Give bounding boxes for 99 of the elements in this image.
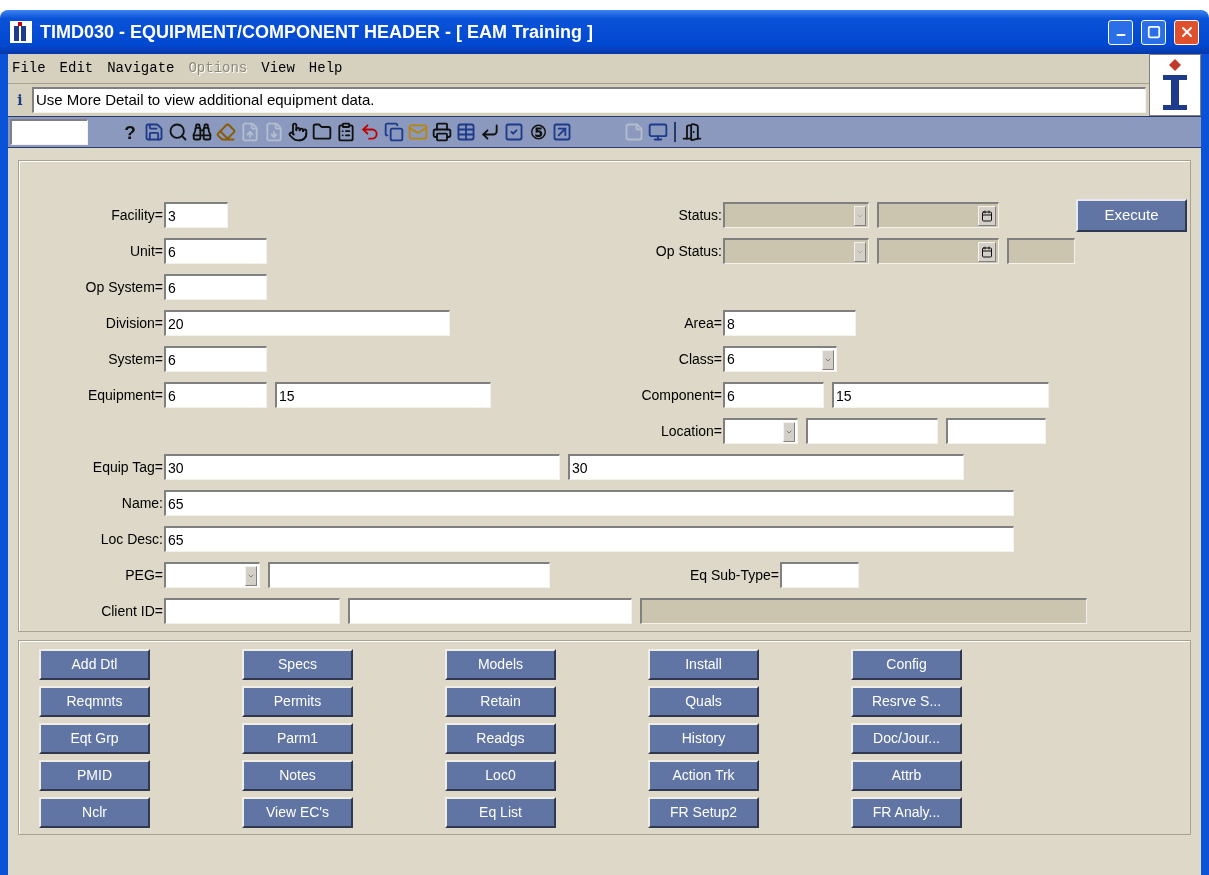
text-field[interactable] [348, 598, 632, 624]
text-field[interactable]: 30 [568, 454, 964, 480]
text-field[interactable]: 15 [275, 382, 491, 408]
computer-icon[interactable] [648, 122, 668, 142]
text-field[interactable] [806, 418, 938, 444]
detail-button[interactable]: Notes [242, 760, 353, 791]
detail-button[interactable]: Loc0 [445, 760, 556, 791]
field-label: Client ID= [100, 601, 164, 621]
detail-button[interactable]: PMID [39, 760, 150, 791]
dropdown-field[interactable]: 6 [723, 346, 837, 372]
detail-button[interactable]: Eq List [445, 797, 556, 828]
detail-button[interactable]: Action Trk [648, 760, 759, 791]
detail-button[interactable]: Permits [242, 686, 353, 717]
detail-button[interactable]: Eqt Grp [39, 723, 150, 754]
text-field[interactable] [268, 562, 550, 588]
printer-icon[interactable] [432, 122, 452, 142]
detail-button[interactable]: Retain [445, 686, 556, 717]
detail-button[interactable]: Nclr [39, 797, 150, 828]
field-label: Area= [683, 313, 723, 333]
text-field[interactable] [164, 598, 340, 624]
info-message: Use More Detail to view additional equipment data. [32, 87, 1146, 113]
detail-button[interactable]: Attrb [851, 760, 962, 791]
field-label: Component= [640, 385, 723, 405]
field-label: Loc Desc: [99, 529, 164, 549]
field-label: Equipment= [86, 385, 164, 405]
clipboard-icon[interactable] [336, 122, 356, 142]
field-label: Name: [120, 493, 164, 513]
detail-button[interactable]: FR Analy... [851, 797, 962, 828]
text-field[interactable] [780, 562, 859, 588]
checkbox-icon[interactable] [504, 122, 524, 142]
text-field[interactable]: 8 [723, 310, 856, 336]
detail-button[interactable]: Install [648, 649, 759, 680]
enter-arrow-icon[interactable] [480, 122, 500, 142]
close-button[interactable] [1174, 19, 1199, 45]
table-icon[interactable] [456, 122, 476, 142]
logo [1149, 54, 1201, 116]
menu-item[interactable]: File [12, 58, 46, 79]
copy-icon[interactable] [384, 122, 404, 142]
field-label: Op Status: [654, 241, 723, 261]
window-title: TIMD030 - EQUIPMENT/COMPONENT HEADER - [ EAM Training ] [40, 20, 595, 44]
text-field[interactable]: 15 [832, 382, 1049, 408]
detail-button[interactable]: Config [851, 649, 962, 680]
info-icon: i [11, 89, 29, 111]
text-field[interactable]: 6 [164, 238, 267, 264]
text-field[interactable]: 65 [164, 526, 1014, 552]
field-label: Eq Sub-Type= [688, 565, 780, 585]
text-field[interactable]: 65 [164, 490, 1014, 516]
field-label: Location= [659, 421, 723, 441]
text-field[interactable] [946, 418, 1046, 444]
field-label: Division= [104, 313, 164, 333]
dropdown-field[interactable] [723, 418, 798, 444]
detail-button[interactable]: Add Dtl [39, 649, 150, 680]
text-field[interactable]: 6 [164, 346, 267, 372]
field-label: System= [107, 349, 164, 369]
detail-button[interactable]: Specs [242, 649, 353, 680]
pointing-hand-icon[interactable] [288, 122, 308, 142]
field-label: Equip Tag= [91, 457, 164, 477]
text-field[interactable]: 20 [164, 310, 450, 336]
text-field[interactable]: 6 [164, 274, 267, 300]
text-field[interactable]: 6 [723, 382, 824, 408]
detail-button[interactable]: Quals [648, 686, 759, 717]
record-field[interactable] [10, 119, 88, 145]
detail-button[interactable]: Models [445, 649, 556, 680]
field-label: PEG= [124, 565, 164, 585]
jump-icon[interactable] [552, 122, 572, 142]
field-label: Op System= [84, 277, 164, 297]
menu-item[interactable]: View [261, 58, 295, 79]
save-icon[interactable] [144, 122, 164, 142]
dropdown-value: 6 [726, 350, 736, 369]
maximize-button[interactable] [1141, 19, 1166, 45]
maximize-icon [1146, 25, 1161, 39]
menu-item[interactable]: Help [308, 58, 343, 79]
field-label: Facility= [110, 205, 164, 225]
search-icon[interactable] [168, 122, 188, 142]
text-field[interactable]: 3 [164, 202, 228, 228]
detail-button[interactable]: Doc/Jour... [851, 723, 962, 754]
field-label: Unit= [128, 241, 164, 261]
field-label: Status: [677, 205, 723, 225]
help-icon[interactable]: ? [120, 122, 140, 142]
circled-number-icon[interactable]: ⑤ [528, 122, 548, 142]
detail-button[interactable]: History [648, 723, 759, 754]
detail-button[interactable]: Resrve S... [851, 686, 962, 717]
exit-door-icon[interactable] [682, 122, 702, 142]
folder-icon[interactable] [312, 122, 332, 142]
detail-button[interactable]: FR Setup2 [648, 797, 759, 828]
app-icon [10, 21, 32, 43]
text-field[interactable]: 30 [164, 454, 560, 480]
detail-button[interactable]: View EC's [242, 797, 353, 828]
text-field[interactable]: 6 [164, 382, 267, 408]
detail-button[interactable]: Readgs [445, 723, 556, 754]
detail-button[interactable]: Parm1 [242, 723, 353, 754]
minimize-button[interactable] [1108, 19, 1133, 45]
binoculars-icon[interactable] [192, 122, 212, 142]
menu-item[interactable]: Navigate [107, 58, 175, 79]
menu-item[interactable]: Edit [59, 58, 94, 79]
detail-button[interactable]: Reqmnts [39, 686, 150, 717]
execute-button[interactable]: Execute [1076, 198, 1187, 232]
field-label: Class= [677, 349, 723, 369]
dropdown-field[interactable] [164, 562, 260, 588]
